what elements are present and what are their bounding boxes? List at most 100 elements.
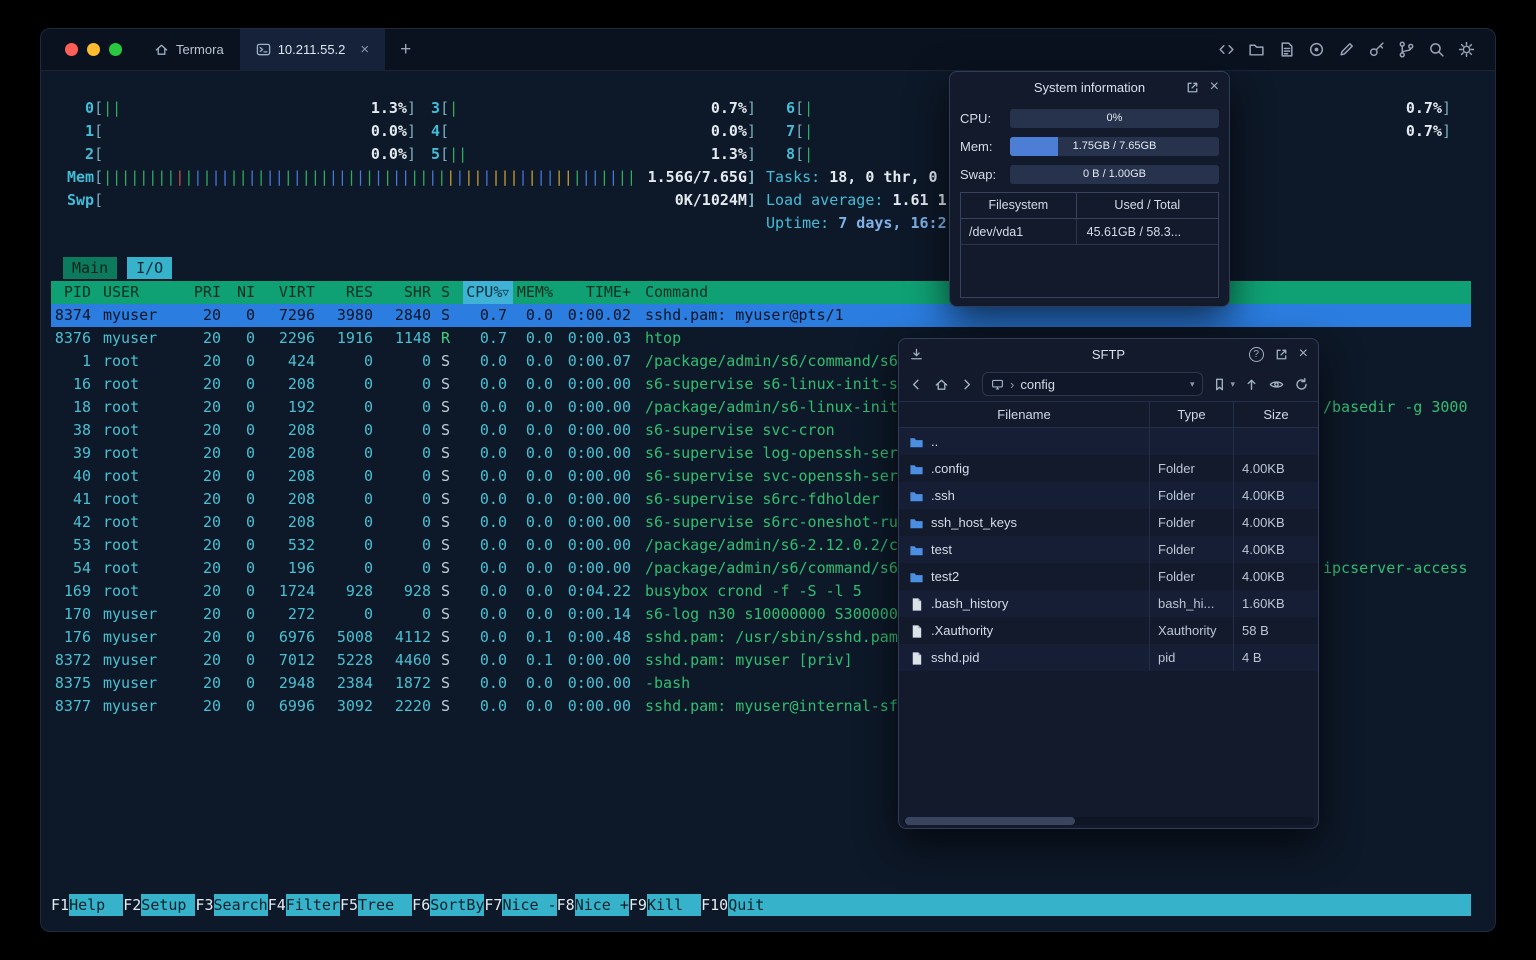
- fkey-label: SortBy: [430, 894, 485, 916]
- sftp-titlebar: SFTP ? ×: [899, 339, 1318, 369]
- column-time[interactable]: TIME+: [559, 281, 637, 304]
- refresh-icon[interactable]: [1292, 375, 1310, 393]
- open-in-window-icon[interactable]: [1274, 347, 1289, 362]
- cell-time: 0:00.00: [567, 536, 631, 554]
- parent-directory-icon[interactable]: [1242, 375, 1260, 393]
- search-icon[interactable]: [1428, 41, 1445, 58]
- cell-ni: 0: [245, 490, 255, 508]
- file-row[interactable]: test Folder 4.00KB: [899, 536, 1318, 563]
- column-type[interactable]: Type: [1149, 402, 1233, 427]
- breadcrumb-dropdown-icon[interactable]: ▾: [1190, 379, 1195, 390]
- new-tab-button[interactable]: +: [385, 29, 426, 70]
- key-icon[interactable]: [1368, 41, 1385, 58]
- column-user[interactable]: USER: [97, 281, 193, 304]
- fkey-button[interactable]: F10 Quit: [701, 894, 783, 916]
- download-icon[interactable]: [909, 347, 924, 362]
- fkey-label: Tree: [358, 894, 413, 916]
- column-mem[interactable]: MEM%: [513, 281, 559, 304]
- column-filename[interactable]: Filename: [899, 402, 1149, 427]
- fkey-button[interactable]: F8 Nice +: [557, 894, 629, 916]
- fkey-button[interactable]: F3 Search: [195, 894, 268, 916]
- back-icon[interactable]: [907, 375, 925, 393]
- zoom-window-button[interactable]: [109, 43, 122, 56]
- close-icon[interactable]: ×: [1299, 346, 1308, 362]
- log-icon[interactable]: [1278, 41, 1295, 58]
- cell-mem: 0.0: [525, 559, 553, 577]
- fkey-button[interactable]: F5 Tree: [340, 894, 413, 916]
- column-pri[interactable]: PRI: [193, 281, 227, 304]
- fkey-button[interactable]: F1 Help: [51, 894, 124, 916]
- help-icon[interactable]: ?: [1248, 346, 1264, 362]
- folder-icon[interactable]: [1248, 41, 1265, 58]
- filesystem-row[interactable]: /dev/vda1 45.61GB / 58.3...: [961, 219, 1218, 245]
- column-virt[interactable]: VIRT: [261, 281, 321, 304]
- path-breadcrumb[interactable]: › config ▾: [982, 372, 1204, 396]
- column-size[interactable]: Size: [1233, 402, 1318, 427]
- cell-time: 0:00.00: [567, 467, 631, 485]
- fkey-button[interactable]: F4 Filter: [268, 894, 340, 916]
- fkey-number: F9: [628, 896, 647, 914]
- cpu-meter: 0||1.3%]: [67, 97, 416, 120]
- fkey-button[interactable]: F7 Nice -: [484, 894, 557, 916]
- fkey-button[interactable]: F2 Setup: [123, 894, 196, 916]
- show-hidden-files-icon[interactable]: [1267, 375, 1285, 393]
- file-row[interactable]: test2 Folder 4.00KB: [899, 563, 1318, 590]
- tab-ssh-session[interactable]: 10.211.55.2 ×: [239, 29, 386, 70]
- load-average-label: Load average:: [766, 191, 893, 209]
- file-row[interactable]: .ssh Folder 4.00KB: [899, 482, 1318, 509]
- column-shr[interactable]: SHR: [379, 281, 437, 304]
- bookmark-dropdown-icon[interactable]: ▾: [1230, 379, 1235, 390]
- close-icon[interactable]: ×: [1210, 79, 1219, 95]
- file-row[interactable]: .config Folder 4.00KB: [899, 455, 1318, 482]
- cell-shr: 2840: [394, 306, 431, 324]
- horizontal-scrollbar[interactable]: [903, 817, 1314, 825]
- cpu-meter-value: 0.7%: [1405, 99, 1442, 117]
- file-size: [1233, 428, 1318, 455]
- bookmarks-control[interactable]: ▾: [1210, 375, 1235, 393]
- screen-tab[interactable]: I/O: [127, 257, 173, 279]
- swap-meter: Swp 0K/1024M: [67, 189, 756, 212]
- cell-user: root: [103, 375, 140, 393]
- cell-ni: 0: [245, 421, 255, 439]
- file-row[interactable]: ..: [899, 428, 1318, 455]
- minimize-window-button[interactable]: [87, 43, 100, 56]
- file-type: Xauthority: [1149, 617, 1233, 644]
- forward-icon[interactable]: [957, 375, 975, 393]
- cell-mem: 0.0: [525, 490, 553, 508]
- swap-label: Swp: [67, 191, 95, 209]
- cell-mem: 0.0: [525, 398, 553, 416]
- screen-tab[interactable]: Main: [63, 257, 118, 279]
- file-type-icon: [909, 435, 924, 448]
- branch-icon[interactable]: [1398, 41, 1415, 58]
- scrollbar-thumb[interactable]: [905, 817, 1075, 825]
- cell-ni: 0: [245, 306, 255, 324]
- open-in-window-icon[interactable]: [1185, 80, 1200, 95]
- file-type-icon: [909, 597, 924, 611]
- cell-mem: 0.0: [525, 674, 553, 692]
- process-row[interactable]: 8374 myuser 20 0 7296 3980 2840 S 0.7 0.…: [51, 304, 1471, 327]
- fkey-label: Filter: [285, 894, 340, 916]
- column-pid[interactable]: PID: [51, 281, 97, 304]
- tab-close-icon[interactable]: ×: [360, 42, 369, 57]
- record-icon[interactable]: [1308, 41, 1325, 58]
- cell-res: 1916: [336, 329, 373, 347]
- column-cpu-sorted[interactable]: CPU% ▽: [463, 281, 513, 304]
- cell-pri: 20: [202, 444, 221, 462]
- column-state[interactable]: S: [437, 281, 463, 304]
- edit-icon[interactable]: [1338, 41, 1355, 58]
- file-row[interactable]: .Xauthority Xauthority 58 B: [899, 617, 1318, 644]
- close-window-button[interactable]: [65, 43, 78, 56]
- fkey-label: Search: [213, 894, 268, 916]
- file-row[interactable]: sshd.pid pid 4 B: [899, 644, 1318, 671]
- fkey-button[interactable]: F6 SortBy: [412, 894, 484, 916]
- home-icon[interactable]: [932, 375, 950, 393]
- bookmark-icon[interactable]: [1210, 375, 1228, 393]
- column-res[interactable]: RES: [321, 281, 379, 304]
- fkey-button[interactable]: F9 Kill: [628, 894, 702, 916]
- file-row[interactable]: ssh_host_keys Folder 4.00KB: [899, 509, 1318, 536]
- column-ni[interactable]: NI: [227, 281, 261, 304]
- file-row[interactable]: .bash_history bash_hi... 1.60KB: [899, 590, 1318, 617]
- code-icon[interactable]: [1218, 41, 1235, 58]
- settings-icon[interactable]: [1458, 41, 1475, 58]
- tab-termora-home[interactable]: Termora: [138, 29, 240, 70]
